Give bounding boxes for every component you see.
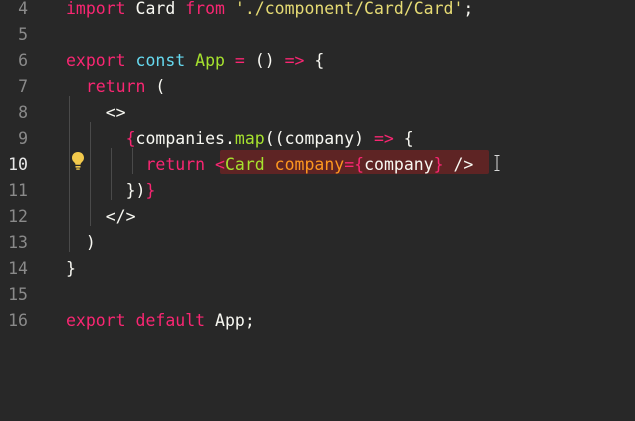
code-token: } [433, 155, 444, 174]
code-token: default [135, 311, 206, 330]
code-text[interactable]: })} [66, 178, 156, 204]
code-token: ((company) [264, 129, 374, 148]
code-line[interactable]: 6 export const App = () => { [0, 48, 635, 74]
code-text[interactable]: <> [66, 100, 126, 126]
code-text[interactable]: return ( [66, 74, 165, 100]
code-text[interactable]: import Card from './component/Card/Card'… [66, 0, 473, 22]
line-number: 7 [18, 77, 28, 96]
code-token: Card [125, 0, 186, 18]
line-number: 10 [8, 155, 28, 174]
code-token: App [195, 51, 225, 70]
code-token: export [66, 51, 126, 70]
code-line[interactable]: 13 ) [0, 230, 635, 256]
code-token: }) [66, 181, 146, 200]
code-token: </> [66, 207, 136, 226]
code-token: companies. [135, 129, 235, 148]
code-text[interactable]: export const App = () => { [66, 48, 324, 74]
code-token: { [304, 51, 325, 70]
code-text[interactable]: ) [66, 230, 96, 256]
code-token: => [284, 51, 305, 70]
code-token: const [135, 51, 186, 70]
line-number: 11 [8, 181, 28, 200]
code-token: company [274, 155, 345, 174]
code-token: ) [66, 233, 96, 252]
code-token: map [234, 129, 265, 148]
code-token: from [185, 0, 225, 18]
code-text[interactable]: return <Card company={company} /> [66, 152, 473, 178]
code-token: export [66, 311, 126, 330]
code-line[interactable]: 5 [0, 22, 635, 48]
code-token: ; [463, 0, 474, 18]
code-line[interactable]: 9 {companies.map((company) => { [0, 126, 635, 152]
code-editor[interactable]: 4 import Card from './component/Card/Card… [0, 0, 635, 421]
code-token: < [215, 155, 225, 174]
line-number: 5 [18, 25, 28, 44]
line-number: 14 [8, 259, 28, 278]
code-text[interactable]: </> [66, 204, 136, 230]
code-token: return [145, 155, 206, 174]
code-text[interactable]: {companies.map((company) => { [66, 126, 414, 152]
code-token: () [244, 51, 285, 70]
code-token: App; [205, 311, 255, 330]
code-line[interactable]: 15 [0, 282, 635, 308]
code-text[interactable]: } [66, 256, 76, 282]
line-number: 9 [18, 129, 28, 148]
code-token: import [66, 0, 126, 18]
code-token: } [145, 181, 156, 200]
text-cursor-icon [494, 155, 500, 171]
code-line[interactable]: 11 })} [0, 178, 635, 204]
code-line[interactable]: 8 <> [0, 100, 635, 126]
code-token: <> [66, 103, 126, 122]
code-token: { [125, 129, 136, 148]
code-text[interactable]: export default App; [66, 308, 255, 334]
code-token: ( [145, 77, 166, 96]
code-token: = [234, 51, 245, 70]
code-token: /> [443, 155, 474, 174]
line-number: 13 [8, 233, 28, 252]
code-token: return [85, 77, 146, 96]
code-token: { [354, 155, 365, 174]
code-line[interactable]: 4 import Card from './component/Card/Card… [0, 0, 635, 22]
line-number: 6 [18, 51, 28, 70]
line-number: 15 [8, 285, 28, 304]
code-line[interactable]: 7 return ( [0, 74, 635, 100]
code-token: company [364, 155, 434, 174]
line-number: 4 [18, 0, 28, 18]
code-token: Card [224, 155, 265, 174]
line-number: 16 [8, 311, 28, 330]
code-line[interactable]: 14} [0, 256, 635, 282]
code-token: => [373, 129, 394, 148]
code-line[interactable]: 10 return <Card company={company} /> [0, 152, 635, 178]
code-line[interactable]: 16 export default App; [0, 308, 635, 334]
lightbulb-icon[interactable] [70, 151, 86, 171]
code-token: { [393, 129, 414, 148]
code-token: = [344, 155, 355, 174]
code-line[interactable]: 12 </> [0, 204, 635, 230]
line-number: 12 [8, 207, 28, 226]
code-token: } [66, 259, 76, 278]
line-number: 8 [18, 103, 28, 122]
code-token: './component/Card/Card' [234, 0, 464, 18]
